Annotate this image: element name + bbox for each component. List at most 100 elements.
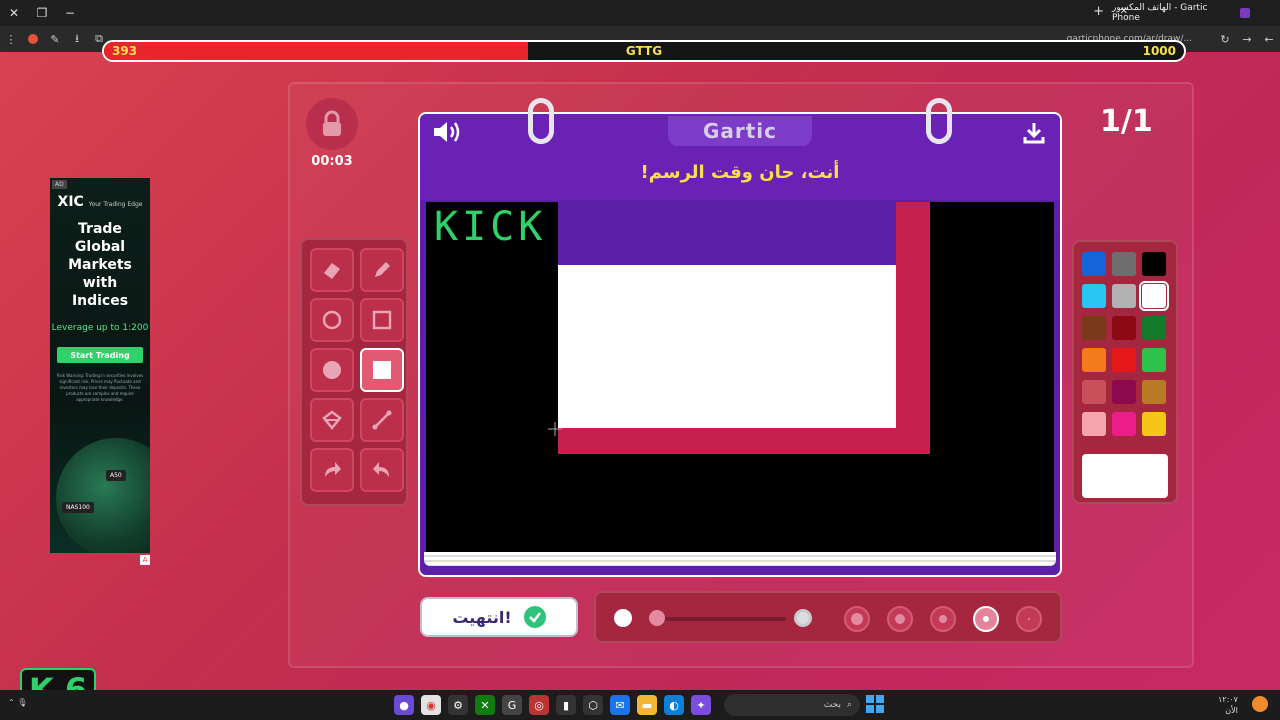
color-swatch[interactable] — [1142, 316, 1166, 340]
minimize-window-icon[interactable]: − — [56, 0, 84, 26]
color-swatch[interactable] — [1082, 316, 1106, 340]
mail-icon[interactable]: ✉ — [610, 695, 630, 715]
windows-start-icon[interactable] — [866, 695, 884, 713]
circle-outline-icon — [322, 310, 342, 330]
color-swatch[interactable] — [1142, 412, 1166, 436]
color-swatch[interactable] — [1082, 252, 1106, 276]
color-swatch[interactable] — [1112, 380, 1136, 404]
gartic-logo: Gartic — [668, 116, 812, 146]
profile-icon[interactable] — [28, 34, 38, 44]
done-button[interactable]: انتهيت! — [420, 597, 578, 637]
filled-rectangle-tool[interactable] — [360, 348, 404, 392]
color-swatch[interactable] — [1142, 348, 1166, 372]
brush-size-2-button[interactable] — [973, 606, 999, 632]
ellipse-tool[interactable] — [310, 298, 354, 342]
pencil-tool[interactable] — [360, 248, 404, 292]
circle-filled-icon — [323, 361, 341, 379]
square-filled-icon — [373, 361, 391, 379]
edge-icon[interactable]: ◐ — [664, 695, 684, 715]
xbox-icon[interactable]: ✕ — [475, 695, 495, 715]
ad-headline: Trade Global Markets with Indices — [68, 221, 132, 309]
color-swatch[interactable] — [1112, 284, 1136, 308]
opacity-slider[interactable] — [650, 617, 786, 621]
brush-size-dot-icon — [983, 616, 989, 622]
round-counter: 1/1 — [1100, 104, 1153, 139]
drawing-canvas[interactable]: KICK — [426, 202, 1054, 552]
discord-icon[interactable]: ● — [394, 695, 414, 715]
color-palette — [1072, 240, 1178, 504]
opacity-slider-handle[interactable] — [648, 610, 665, 626]
opacity-min-icon — [614, 609, 632, 627]
tray-overflow-icon[interactable]: ⌃ 🎙 — [8, 698, 27, 707]
taskbar: ⌃ 🎙 ● ◉ ⚙ ✕ G ◎ ▮ ⬡ ✉ ▬ ◐ ✦ بحث ⌕ ١٢:٠٧ … — [0, 690, 1280, 720]
browser-tab[interactable]: الهاتف المكسور - Gartic Phone — [1106, 3, 1256, 23]
app-icon[interactable]: ⚙ — [448, 695, 468, 715]
brush-size-4-button[interactable] — [887, 606, 913, 632]
new-tab-button[interactable]: + — [1093, 4, 1104, 19]
advertisement[interactable]: AD XIC Your Trading Edge Trade Global Ma… — [50, 178, 150, 553]
clock-time: ١٢:٠٧ — [1218, 695, 1238, 704]
ad-leverage: Leverage up to 1:200 — [51, 323, 149, 333]
close-window-icon[interactable]: ✕ — [0, 0, 28, 26]
restore-window-icon[interactable]: ❐ — [28, 0, 56, 26]
drawn-kick-text: KICK — [434, 204, 547, 250]
binder-ring-icon — [528, 98, 554, 144]
forward-icon[interactable]: → — [1236, 26, 1258, 52]
rectangle-tool[interactable] — [360, 298, 404, 342]
tray-clock[interactable]: ١٢:٠٧ الأن — [1218, 694, 1238, 716]
chrome-icon[interactable]: ◉ — [421, 695, 441, 715]
app-icon[interactable]: ⬡ — [583, 695, 603, 715]
square-outline-icon — [372, 310, 392, 330]
brush-size-dot-icon — [851, 613, 863, 625]
reload-icon[interactable]: ↻ — [1214, 26, 1236, 52]
undo-tool[interactable] — [360, 448, 404, 492]
goal-target-value: 1000 — [1142, 44, 1176, 58]
brush-size-3-button[interactable] — [930, 606, 956, 632]
eraser-tool[interactable] — [310, 248, 354, 292]
drawn-purple-rectangle — [558, 202, 896, 265]
color-swatch[interactable] — [1112, 412, 1136, 436]
color-swatch[interactable] — [1082, 412, 1106, 436]
drawing-prompt: أنت، حان وقت الرسم! — [640, 162, 840, 183]
color-swatch[interactable] — [1112, 316, 1136, 340]
line-tool[interactable] — [360, 398, 404, 442]
color-swatch[interactable] — [1082, 284, 1106, 308]
brush-size-5-button[interactable] — [844, 606, 870, 632]
weather-icon[interactable] — [1252, 696, 1268, 712]
brush-size-dot-icon — [895, 614, 905, 624]
search-label: بحث — [823, 700, 841, 710]
filled-ellipse-tool[interactable] — [310, 348, 354, 392]
ad-info-icon[interactable]: A — [140, 555, 150, 565]
speaker-icon[interactable] — [432, 120, 462, 148]
undo-icon — [373, 462, 389, 477]
color-swatch[interactable] — [1082, 348, 1106, 372]
ad-start-trading-button[interactable]: Start Trading — [57, 347, 143, 363]
binder-ring-icon — [926, 98, 952, 144]
color-swatch[interactable] — [1112, 252, 1136, 276]
extensions-icon[interactable]: ✎ — [44, 26, 66, 52]
app-icon[interactable]: G — [502, 695, 522, 715]
download-icon[interactable] — [1022, 121, 1046, 149]
brush-size-1-button[interactable] — [1016, 606, 1042, 632]
copilot-icon[interactable]: ✦ — [691, 695, 711, 715]
fill-bucket-tool[interactable] — [310, 398, 354, 442]
app-icon[interactable]: ▮ — [556, 695, 576, 715]
color-swatch[interactable] — [1142, 380, 1166, 404]
color-swatch[interactable] — [1112, 348, 1136, 372]
menu-icon[interactable]: ⋮ — [0, 26, 22, 52]
current-color-preview — [1082, 454, 1168, 498]
redo-tool[interactable] — [310, 448, 354, 492]
downloads-icon[interactable]: ⭳ — [66, 26, 88, 52]
taskbar-search[interactable]: بحث ⌕ — [724, 694, 860, 716]
gartic-favicon-icon — [1240, 8, 1250, 18]
app-icon[interactable]: ◎ — [529, 695, 549, 715]
search-icon: ⌕ — [846, 700, 852, 710]
color-swatch[interactable] — [1082, 380, 1106, 404]
color-swatches — [1082, 252, 1169, 436]
goal-label: GTTG — [625, 44, 663, 58]
folder-icon[interactable]: ▬ — [637, 695, 657, 715]
color-swatch[interactable] — [1142, 252, 1166, 276]
clock-date: الأن — [1225, 706, 1238, 715]
color-swatch[interactable] — [1139, 281, 1169, 311]
back-icon[interactable]: ← — [1258, 26, 1280, 52]
